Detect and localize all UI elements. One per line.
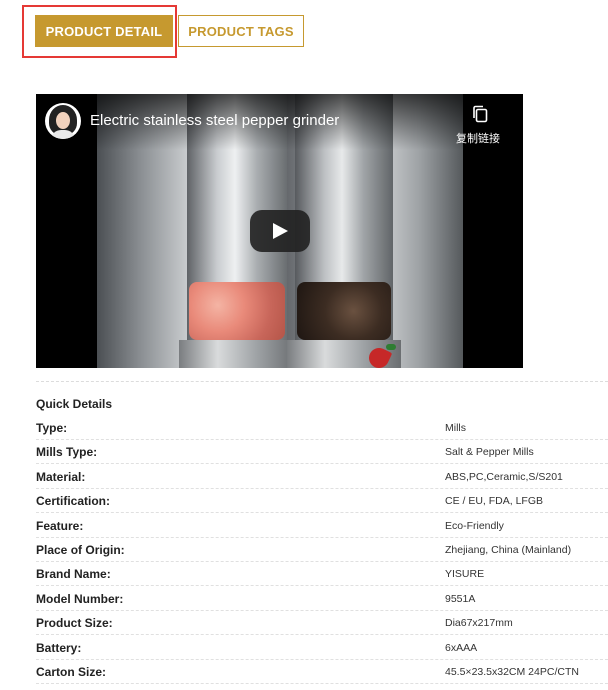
table-row: Battery: 6xAAA bbox=[36, 636, 608, 660]
play-button[interactable] bbox=[250, 210, 310, 252]
table-row: Brand Name: YISURE bbox=[36, 562, 608, 587]
detail-label: Battery: bbox=[36, 640, 82, 655]
detail-value: CE / EU, FDA, LFGB bbox=[445, 495, 544, 508]
detail-label: Carton Size: bbox=[36, 665, 107, 679]
detail-label: Feature: bbox=[36, 518, 84, 533]
video-title[interactable]: Electric stainless steel pepper grinder bbox=[90, 112, 339, 129]
table-row: Model Number: 9551A bbox=[36, 587, 608, 611]
detail-label: Material: bbox=[36, 469, 86, 484]
detail-value: 9551A bbox=[445, 592, 476, 605]
detail-value: Eco-Friendly bbox=[445, 519, 504, 532]
detail-label: Product Size: bbox=[36, 616, 113, 631]
detail-value: Zhejiang, China (Mainland) bbox=[445, 544, 572, 556]
detail-value: Dia67x217mm bbox=[445, 617, 513, 630]
table-row: Material: ABS,PC,Ceramic,S/S201 bbox=[36, 465, 608, 489]
detail-label: Mills Type: bbox=[36, 445, 98, 460]
table-row: Certification: CE / EU, FDA, LFGB bbox=[36, 489, 608, 514]
tab-product-detail[interactable]: PRODUCT DETAIL bbox=[35, 15, 173, 47]
detail-label: Place of Origin: bbox=[36, 543, 125, 557]
channel-avatar[interactable] bbox=[45, 103, 81, 139]
detail-value: Salt & Pepper Mills bbox=[445, 446, 534, 459]
detail-label: Brand Name: bbox=[36, 567, 111, 582]
detail-label: Model Number: bbox=[36, 591, 124, 606]
salt-window bbox=[189, 282, 285, 340]
grinder-base-left bbox=[179, 340, 295, 368]
play-icon bbox=[273, 223, 288, 239]
table-row: Carton Size: 45.5×23.5x32CM 24PC/CTN bbox=[36, 660, 608, 684]
detail-label: Certification: bbox=[36, 494, 111, 509]
chili-stem bbox=[386, 344, 396, 350]
pepper-window bbox=[297, 282, 391, 340]
table-row: Feature: Eco-Friendly bbox=[36, 514, 608, 538]
copy-link-icon[interactable] bbox=[472, 105, 488, 123]
detail-value: YISURE bbox=[445, 568, 485, 581]
detail-label: Type: bbox=[36, 421, 68, 435]
detail-value: 6xAAA bbox=[445, 641, 478, 654]
detail-value: 45.5×23.5x32CM 24PC/CTN bbox=[445, 666, 579, 678]
detail-value: Mills bbox=[445, 422, 466, 434]
detail-value: ABS,PC,Ceramic,S/S201 bbox=[445, 470, 563, 483]
section-divider bbox=[36, 381, 608, 382]
quick-details-title: Quick Details bbox=[36, 397, 113, 411]
table-row: Mills Type: Salt & Pepper Mills bbox=[36, 440, 608, 465]
table-row: Type: Mills bbox=[36, 416, 608, 440]
table-row: Place of Origin: Zhejiang, China (Mainlan… bbox=[36, 538, 608, 562]
copy-link-label[interactable]: 复制链接 bbox=[456, 130, 500, 146]
tab-product-tags[interactable]: PRODUCT TAGS bbox=[178, 15, 304, 47]
video-player[interactable]: Electric stainless steel pepper grinder … bbox=[36, 94, 523, 368]
table-row: Product Size: Dia67x217mm bbox=[36, 611, 608, 636]
